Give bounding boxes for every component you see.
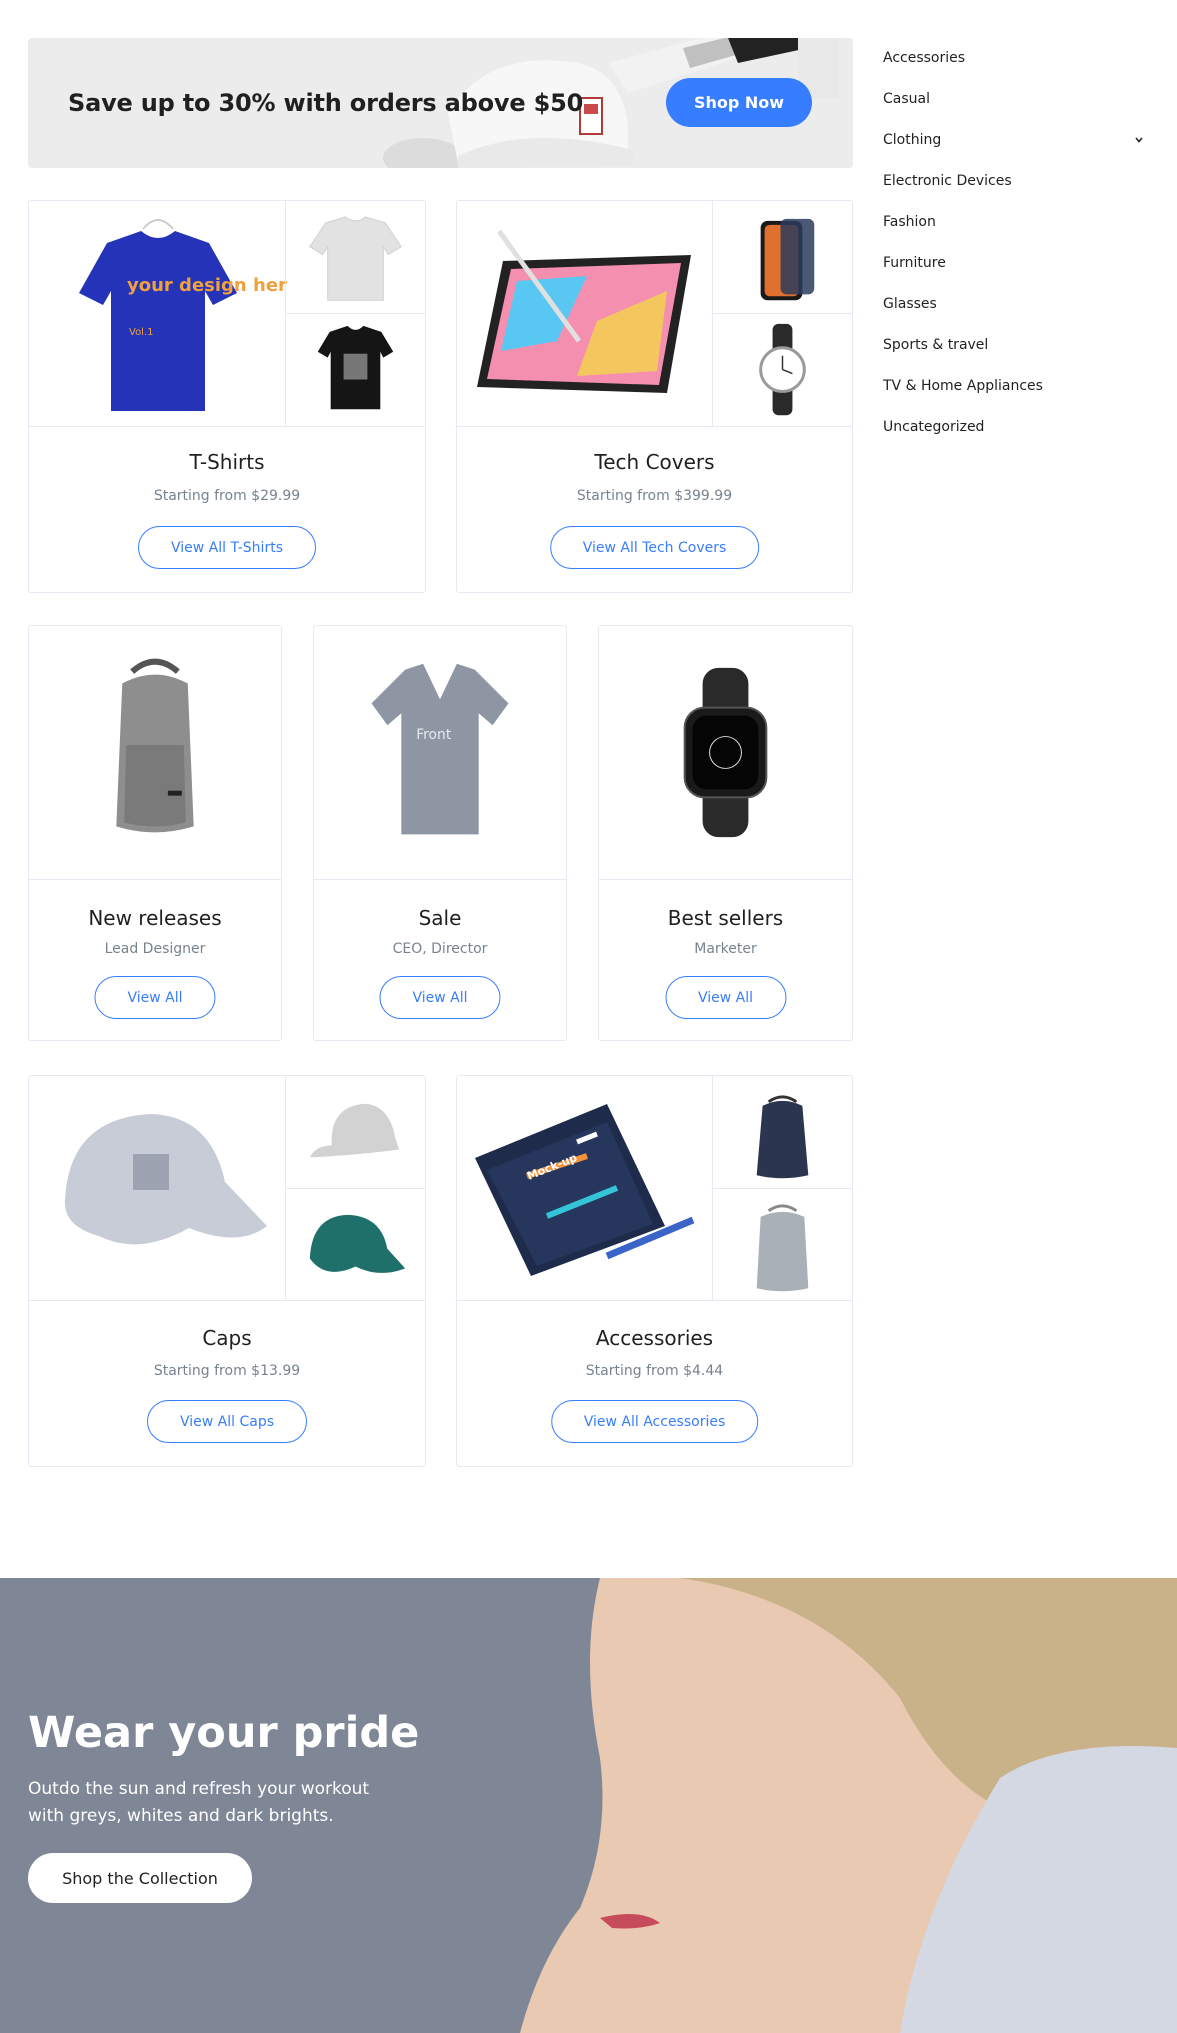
- card-images: your design here Vol.1: [29, 201, 425, 427]
- card-title: Caps: [202, 1326, 252, 1350]
- card-side-images: [712, 1076, 852, 1300]
- card-side-top: [713, 201, 852, 314]
- sidebar-item-label: Sports & travel: [883, 337, 989, 353]
- tshirt-art-text: your design here: [127, 275, 287, 296]
- sidebar-item-furniture[interactable]: Furniture: [883, 249, 1143, 290]
- sidebar-item-label: Electronic Devices: [883, 173, 1012, 189]
- view-all-tech-covers-button[interactable]: View All Tech Covers: [549, 526, 760, 569]
- card-title: Best sellers: [667, 906, 784, 930]
- card-images: [29, 1076, 425, 1301]
- card-title: Accessories: [595, 1326, 714, 1350]
- backpack-image: [116, 658, 194, 833]
- category-card-tshirts: your design here Vol.1 T-Shirts Starting…: [28, 200, 426, 593]
- card-side-top: [286, 201, 425, 314]
- card-main-image: [29, 1076, 287, 1300]
- sidebar-item-electronic-devices[interactable]: Electronic Devices: [883, 167, 1143, 208]
- hero-banner: Wear your pride Outdo the sun and refres…: [0, 1578, 1177, 2033]
- category-card-caps: Caps Starting from $13.99 View All Caps: [28, 1075, 426, 1467]
- category-card-new-releases: New releases Lead Designer View All: [28, 625, 282, 1041]
- card-subtitle: Marketer: [694, 941, 757, 957]
- card-side-images: [712, 201, 852, 426]
- card-images: [29, 626, 281, 880]
- category-card-sale: Front Sale CEO, Director View All: [313, 625, 567, 1041]
- chevron-down-icon[interactable]: [1135, 136, 1143, 144]
- wristwatch-image: [759, 323, 806, 416]
- tshirt-image: your design here Vol.1: [79, 219, 287, 411]
- card-side-bottom: [713, 314, 852, 426]
- card-main-image: [457, 201, 714, 426]
- card-side-bottom: [713, 1189, 852, 1300]
- view-all-new-releases-button[interactable]: View All: [94, 976, 216, 1019]
- navy-backpack-image: [756, 1095, 809, 1179]
- card-side-images: [285, 1076, 425, 1300]
- card-title: Sale: [418, 906, 462, 930]
- grey-backpack-image: [756, 1204, 809, 1292]
- view-all-tshirts-button[interactable]: View All T-Shirts: [138, 526, 316, 569]
- sidebar-item-fashion[interactable]: Fashion: [883, 208, 1143, 249]
- sidebar-item-label: Glasses: [883, 296, 937, 312]
- shop-collection-button[interactable]: Shop the Collection: [28, 1853, 252, 1903]
- sidebar-item-label: Uncategorized: [883, 419, 985, 435]
- promo-text: Save up to 30% with orders above $50: [68, 89, 584, 117]
- card-subtitle: Starting from $4.44: [585, 1363, 724, 1379]
- view-all-accessories-button[interactable]: View All Accessories: [550, 1400, 759, 1443]
- card-images: [457, 201, 852, 427]
- view-all-caps-button[interactable]: View All Caps: [146, 1400, 308, 1443]
- white-cap-image: [64, 1114, 267, 1245]
- card-images: [599, 626, 852, 880]
- card-images: Mock-up: [457, 1076, 852, 1301]
- card-title: Tech Covers: [594, 450, 715, 474]
- sidebar-item-casual[interactable]: Casual: [883, 85, 1143, 126]
- black-tshirt-image: [317, 325, 394, 410]
- card-subtitle: Starting from $29.99: [153, 488, 301, 504]
- card-side-top: [286, 1076, 425, 1189]
- card-images: Front: [314, 626, 566, 880]
- sidebar-item-clothing[interactable]: Clothing: [883, 126, 1143, 167]
- sidebar-item-label: Accessories: [883, 50, 966, 66]
- sidebar-item-glasses[interactable]: Glasses: [883, 290, 1143, 331]
- category-card-tech-covers: Tech Covers Starting from $399.99 View A…: [456, 200, 853, 593]
- view-all-sale-button[interactable]: View All: [379, 976, 501, 1019]
- tablet-image: [477, 229, 691, 393]
- card-main-image: Mock-up: [457, 1076, 714, 1300]
- category-card-accessories: Mock-up Accessories Starting from $4.44 …: [456, 1075, 853, 1467]
- white-tshirt-image: [309, 216, 402, 301]
- grey-cap-image: [309, 1103, 400, 1158]
- card-title: T-Shirts: [189, 450, 265, 474]
- vneck-tshirt-image: Front: [371, 663, 509, 835]
- sidebar-item-tv-home-appliances[interactable]: TV & Home Appliances: [883, 372, 1143, 413]
- category-list: Accessories Casual Clothing Electronic D…: [883, 44, 1143, 454]
- phone-image: [760, 218, 815, 301]
- view-all-best-sellers-button[interactable]: View All: [664, 976, 787, 1019]
- category-card-best-sellers: Best sellers Marketer View All: [598, 625, 853, 1041]
- sidebar-item-accessories[interactable]: Accessories: [883, 44, 1143, 85]
- card-side-bottom: [286, 314, 425, 426]
- sidebar-item-label: Casual: [883, 91, 930, 107]
- sidebar-item-label: TV & Home Appliances: [883, 378, 1043, 394]
- hero-title: Wear your pride: [28, 1708, 420, 1758]
- card-side-bottom: [286, 1189, 425, 1300]
- sidebar-item-uncategorized[interactable]: Uncategorized: [883, 413, 1143, 454]
- card-side-images: [285, 201, 425, 426]
- shop-now-button[interactable]: Shop Now: [666, 78, 812, 127]
- notebook-image: Mock-up: [475, 1104, 695, 1276]
- sidebar-item-sports-travel[interactable]: Sports & travel: [883, 331, 1143, 372]
- card-side-top: [713, 1076, 852, 1189]
- sidebar-item-label: Clothing: [883, 132, 942, 148]
- sidebar-item-label: Furniture: [883, 255, 946, 271]
- card-subtitle: Starting from $399.99: [576, 488, 733, 504]
- sidebar-item-label: Fashion: [883, 214, 936, 230]
- promo-banner: Save up to 30% with orders above $50 Sho…: [28, 38, 853, 168]
- hero-subtitle: Outdo the sun and refresh your workout w…: [28, 1779, 370, 1826]
- card-subtitle: Lead Designer: [104, 941, 206, 957]
- card-main-image: your design here Vol.1: [29, 201, 287, 426]
- card-subtitle: CEO, Director: [392, 941, 488, 957]
- card-subtitle: Starting from $13.99: [153, 1363, 301, 1379]
- card-title: New releases: [88, 906, 222, 930]
- tshirt-art-sub: Vol.1: [129, 327, 154, 338]
- sale-art-text: Front: [416, 727, 452, 743]
- smartwatch-image: [683, 667, 768, 838]
- green-cap-image: [309, 1214, 406, 1273]
